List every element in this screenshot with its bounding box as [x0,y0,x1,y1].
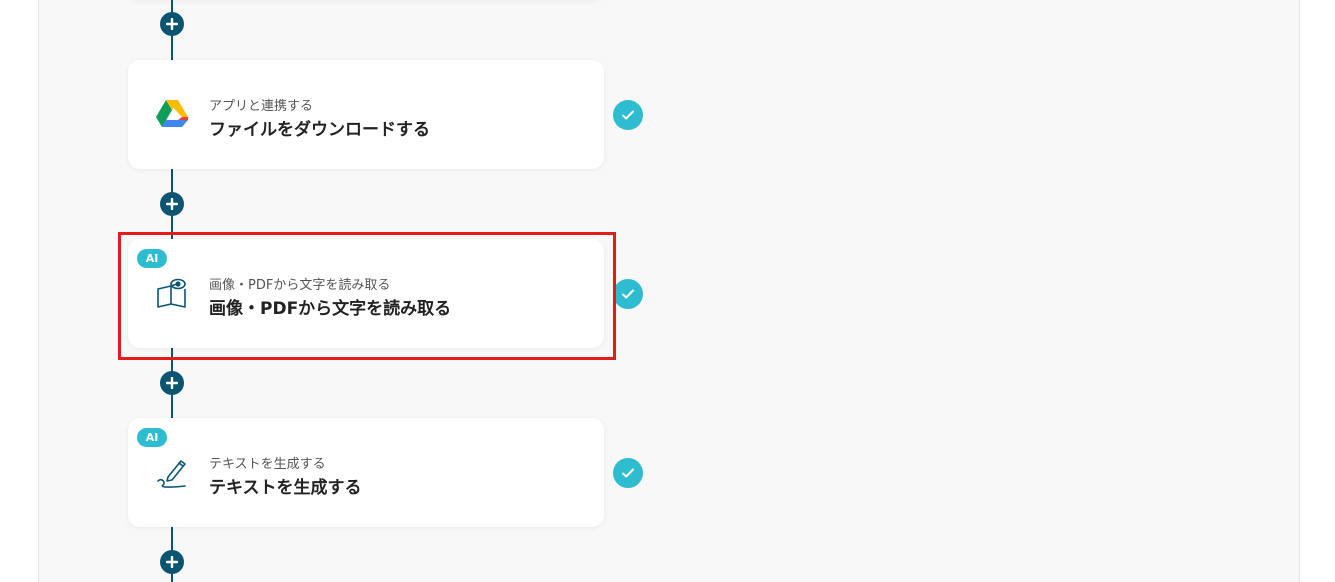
add-step-button[interactable] [160,371,184,395]
add-step-button[interactable] [160,550,184,574]
plus-icon [166,377,178,389]
step-status-check [613,279,643,309]
step-card-generate-text[interactable]: AI テキストを生成する テキストを生成する [128,418,604,527]
book-eye-icon [154,275,190,311]
pen-write-icon [154,454,190,490]
step-title: テキストを生成する [209,478,362,498]
step-title: 画像・PDFから文字を読み取る [209,299,452,319]
checkmark-icon [622,468,634,478]
google-drive-icon [154,96,190,132]
checkmark-icon [622,110,634,120]
step-card-download-file[interactable]: アプリと連携する ファイルをダウンロードする [128,60,604,169]
plus-icon [166,18,178,30]
ai-badge: AI [137,249,167,268]
add-step-button[interactable] [160,12,184,36]
step-card-ocr[interactable]: AI 画像・PDFから文字を読み取る 画像・PDFから文字を読み取る [128,239,604,348]
step-status-check [613,100,643,130]
step-subtitle: テキストを生成する [209,457,326,472]
plus-icon [166,556,178,568]
checkmark-icon [622,289,634,299]
step-subtitle: アプリと連携する [209,99,314,114]
step-subtitle: 画像・PDFから文字を読み取る [209,278,391,293]
flow-canvas: アプリと連携する ファイルをダウンロードする AI 画像・PDFから文字を読み取… [38,0,1300,582]
plus-icon [166,198,178,210]
step-title: ファイルをダウンロードする [209,120,430,140]
ai-badge: AI [137,428,167,447]
step-status-check [613,458,643,488]
add-step-button[interactable] [160,192,184,216]
